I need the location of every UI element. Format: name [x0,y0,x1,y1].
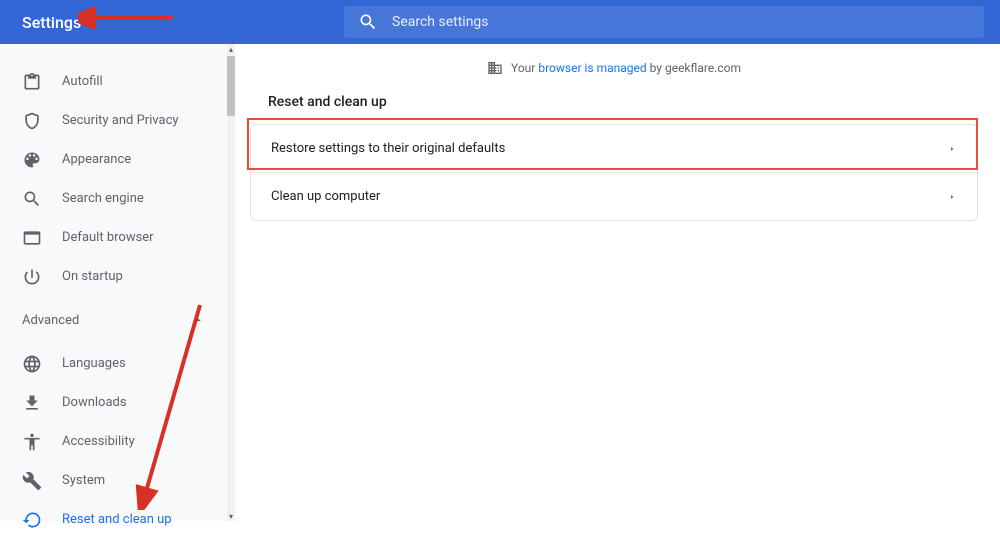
sidebar-item-label: Downloads [62,395,127,410]
search-icon [358,12,378,32]
sidebar-item-startup[interactable]: On startup [0,257,227,296]
sidebar-item-label: On startup [62,269,123,284]
sidebar-item-label: Search engine [62,191,144,206]
sidebar-item-accessibility[interactable]: Accessibility [0,422,227,461]
managed-notice: Your browser is managed by geekflare.com [228,60,1000,76]
sidebar-item-autofill[interactable]: Autofill [0,62,227,101]
accessibility-icon [22,432,42,452]
sidebar-item-label: Languages [62,356,126,371]
cleanup-computer-row[interactable]: Clean up computer [251,173,977,220]
sidebar-item-languages[interactable]: Languages [0,344,227,383]
building-icon [487,60,503,76]
browser-icon [22,228,42,248]
search-container[interactable] [344,6,984,38]
row-label: Restore settings to their original defau… [271,141,505,156]
sidebar-item-search-engine[interactable]: Search engine [0,179,227,218]
shield-icon [22,111,42,131]
section-title: Reset and clean up [268,94,1000,110]
sidebar-item-label: Accessibility [62,434,135,449]
sidebar-item-default-browser[interactable]: Default browser [0,218,227,257]
globe-icon [22,354,42,374]
sidebar-item-label: Autofill [62,74,103,89]
sidebar-item-label: Appearance [62,152,131,167]
managed-text: Your browser is managed by geekflare.com [511,61,741,75]
page-title: Settings [22,13,81,32]
sidebar-item-label: System [62,473,105,488]
sidebar-section-label: Advanced [22,313,79,328]
restore-defaults-row[interactable]: Restore settings to their original defau… [251,125,977,173]
sidebar-item-label: Security and Privacy [62,113,179,128]
managed-prefix: Your [511,61,538,75]
main-content: Your browser is managed by geekflare.com… [228,44,1000,521]
managed-link[interactable]: browser is managed [538,61,646,75]
palette-icon [22,150,42,170]
sidebar-item-security[interactable]: Security and Privacy [0,101,227,140]
power-icon [22,267,42,287]
header-bar: Settings [0,0,1000,44]
clipboard-icon [22,72,42,92]
download-icon [22,393,42,413]
wrench-icon [22,471,42,491]
sidebar: ▴ ▾ Autofill Security and Privacy Appear… [0,44,228,521]
sidebar-item-reset[interactable]: Reset and clean up [0,500,227,539]
search-input[interactable] [392,14,792,30]
managed-suffix: by geekflare.com [647,61,741,75]
chevron-up-icon [191,313,205,327]
sidebar-item-label: Reset and clean up [62,512,172,527]
row-label: Clean up computer [271,189,380,204]
sidebar-item-system[interactable]: System [0,461,227,500]
reset-card: Restore settings to their original defau… [250,124,978,221]
chevron-right-icon [947,144,957,154]
sidebar-item-appearance[interactable]: Appearance [0,140,227,179]
sidebar-item-label: Default browser [62,230,154,245]
sidebar-item-downloads[interactable]: Downloads [0,383,227,422]
chevron-right-icon [947,192,957,202]
restore-icon [22,510,42,530]
sidebar-section-advanced[interactable]: Advanced [0,296,227,344]
search-icon [22,189,42,209]
